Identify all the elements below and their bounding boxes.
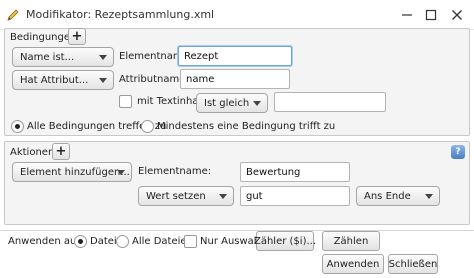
attribute-name-input[interactable]: name [180,69,290,89]
apply-all-files-radio[interactable] [116,235,129,248]
chevron-down-icon [425,194,433,199]
any-condition-radio[interactable] [141,120,154,133]
help-icon[interactable]: ? [451,145,465,159]
dropdown-value: Name ist... [20,51,75,63]
window-title: Modifikator: Rezeptsammlung.xml [26,8,215,21]
apply-to-label: Anwenden auf: [8,236,83,247]
any-condition-label: Mindestens eine Bedingung trifft zu [157,121,336,132]
maximize-button[interactable] [422,6,440,24]
dropdown-value: Ans Ende [364,190,411,202]
actions-panel [4,141,470,225]
plus-icon: + [71,29,83,44]
maximize-icon [425,9,437,21]
attribute-name-label: Attributname: [119,74,189,85]
condition-element-name-input[interactable]: Rezept [178,46,292,66]
dropdown-value: Wert setzen [146,190,206,202]
compare-operator-dropdown[interactable]: Ist gleich [196,93,268,113]
only-selection-checkbox[interactable] [184,235,197,248]
action-type-dropdown-2[interactable]: Wert setzen [138,186,234,206]
divider [0,230,474,231]
chevron-down-icon [117,170,125,175]
count-button[interactable]: Zählen [322,231,380,251]
chevron-down-icon [219,194,227,199]
conditions-label: Bedingungen [10,32,77,43]
close-button[interactable]: Schließen [388,254,438,274]
value-input[interactable]: gut [240,186,350,206]
dropdown-value: Hat Attribut... [20,74,89,86]
actions-label: Aktionen [10,147,55,158]
add-action-button[interactable]: + [52,143,70,160]
action-element-name-input[interactable]: Bewertung [240,162,350,182]
text-content-checkbox[interactable] [119,95,132,108]
chevron-down-icon [99,55,107,60]
dropdown-value: Element hinzufügen... [20,166,130,178]
add-condition-button[interactable]: + [68,28,86,45]
input-value: name [186,73,215,85]
text-content-label: mit Textinhalt [137,96,206,107]
all-conditions-radio[interactable] [11,120,24,133]
condition-type-dropdown-2[interactable]: Hat Attribut... [12,70,114,90]
position-dropdown[interactable]: Ans Ende [356,186,440,206]
apply-file-label: Datei [90,236,117,247]
pencil-icon [7,9,19,21]
apply-button[interactable]: Anwenden [322,254,384,274]
chevron-down-icon [99,78,107,83]
input-value: Rezept [184,50,219,62]
action-element-name-label: Elementname: [138,166,212,177]
action-type-dropdown-1[interactable]: Element hinzufügen... [12,162,132,182]
condition-type-dropdown-1[interactable]: Name ist... [12,47,114,67]
text-content-input[interactable] [274,92,386,112]
apply-file-radio[interactable] [74,235,87,248]
plus-icon: + [55,144,67,159]
dropdown-value: Ist gleich [204,97,250,109]
input-value: Bewertung [246,166,301,178]
minimize-icon [402,14,412,16]
close-window-button[interactable] [448,6,466,24]
chevron-down-icon [253,101,261,106]
input-value: gut [246,190,263,202]
counter-button[interactable]: Zähler ($i)... [254,231,316,251]
minimize-button[interactable] [398,6,416,24]
close-icon [452,10,462,20]
